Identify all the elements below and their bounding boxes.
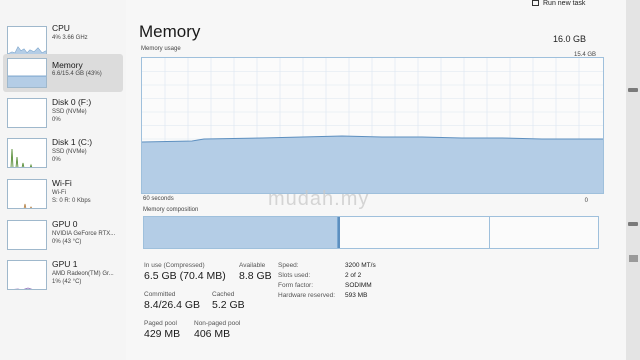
bezel-mark xyxy=(628,88,638,92)
sidebar-item-title: GPU 1 xyxy=(52,259,78,269)
sidebar-item-value: 1% (42 °C) xyxy=(52,279,82,285)
sidebar-item-title: Disk 1 (C:) xyxy=(52,137,93,147)
sidebar-item-subtitle: 4% 3.66 GHz xyxy=(52,35,88,41)
memory-usage-graph-svg xyxy=(141,58,603,193)
disk1-thumbnail-graph xyxy=(7,138,47,168)
axis-zero-label: 0 xyxy=(584,198,588,204)
stat-label: Available xyxy=(239,262,266,269)
sidebar-item-disk-0[interactable]: Disk 0 (F:) SSD (NVMe) 0% xyxy=(3,94,123,132)
info-key: Form factor: xyxy=(278,282,314,289)
sidebar-item-wifi[interactable]: Wi-Fi Wi-Fi S: 0 R: 0 Kbps xyxy=(3,175,123,213)
info-value: 593 MB xyxy=(345,292,368,299)
memory-usage-label: Memory usage xyxy=(141,46,181,52)
stat-label: In use (Compressed) xyxy=(144,262,205,269)
sidebar: CPU 4% 3.66 GHz Memory 6.6/15.4 GB (43%)… xyxy=(0,0,126,360)
sidebar-item-subtitle: SSD (NVMe) xyxy=(52,109,87,115)
stat-cached: Cached 5.2 GB xyxy=(212,291,245,311)
info-value: 3200 MT/s xyxy=(345,262,376,269)
composition-free xyxy=(490,217,598,248)
run-new-task-button[interactable]: Run new task xyxy=(532,0,585,7)
stat-value: 429 MB xyxy=(144,328,181,340)
sidebar-item-disk-1[interactable]: Disk 1 (C:) SSD (NVMe) 0% xyxy=(3,134,123,172)
sidebar-item-value: 0% (43 °C) xyxy=(52,239,82,245)
stat-paged-pool: Paged pool 429 MB xyxy=(144,320,180,340)
info-row: Slots used: 2 of 2 xyxy=(278,272,398,282)
info-row: Form factor: SODIMM xyxy=(278,282,398,292)
sidebar-item-subtitle: NVIDIA GeForce RTX... xyxy=(52,231,116,237)
gpu1-thumbnail-graph xyxy=(7,260,47,290)
info-row: Speed: 3200 MT/s xyxy=(278,262,398,272)
stat-value: 8.4/26.4 GB xyxy=(144,299,201,311)
info-key: Hardware reserved: xyxy=(278,292,336,299)
memory-usage-graph xyxy=(141,57,604,194)
stat-label: Committed xyxy=(144,291,176,298)
sidebar-item-memory[interactable]: Memory 6.6/15.4 GB (43%) xyxy=(3,54,123,92)
sidebar-item-value: 0% xyxy=(52,117,61,123)
stat-label: Cached xyxy=(212,291,235,298)
sidebar-item-gpu-0[interactable]: GPU 0 NVIDIA GeForce RTX... 0% (43 °C) xyxy=(3,216,123,254)
composition-standby xyxy=(340,217,490,248)
stat-value: 406 MB xyxy=(194,328,231,340)
composition-in-use xyxy=(144,217,338,248)
task-manager-window: CPU 4% 3.66 GHz Memory 6.6/15.4 GB (43%)… xyxy=(0,0,626,360)
disk0-thumbnail-graph xyxy=(7,98,47,128)
stat-non-paged-pool: Non-paged pool 406 MB xyxy=(194,320,240,340)
stat-value: 8.8 GB xyxy=(239,270,272,282)
total-memory: 16.0 GB xyxy=(552,34,586,44)
memory-thumbnail-graph xyxy=(7,58,47,88)
bezel-mark xyxy=(628,222,638,226)
hardware-info: Speed: 3200 MT/s Slots used: 2 of 2 Form… xyxy=(278,262,398,302)
info-value: SODIMM xyxy=(345,282,372,289)
time-span-label: 60 seconds xyxy=(143,196,174,202)
sidebar-item-title: Memory xyxy=(52,60,83,70)
sidebar-item-subtitle: Wi-Fi xyxy=(52,190,66,196)
sidebar-item-gpu-1[interactable]: GPU 1 AMD Radeon(TM) Gr... 1% (42 °C) xyxy=(3,256,123,294)
run-new-task-label: Run new task xyxy=(543,0,586,7)
stat-committed: Committed 8.4/26.4 GB xyxy=(144,291,200,311)
memory-composition-bar xyxy=(143,216,599,249)
wifi-thumbnail-graph xyxy=(7,179,47,209)
gpu0-thumbnail-graph xyxy=(7,220,47,250)
info-row: Hardware reserved: 593 MB xyxy=(278,292,398,302)
sidebar-item-value: 0% xyxy=(52,157,61,163)
watermark-text: mudah.my xyxy=(268,188,370,210)
info-key: Slots used: xyxy=(278,272,311,279)
sidebar-item-subtitle: SSD (NVMe) xyxy=(52,149,87,155)
stat-value: 6.5 GB (70.4 MB) xyxy=(144,270,226,282)
page-title: Memory xyxy=(139,22,201,41)
sidebar-item-title: CPU xyxy=(52,23,70,33)
sidebar-item-title: Wi-Fi xyxy=(52,178,72,188)
stat-label: Non-paged pool xyxy=(194,320,241,327)
screen-bezel xyxy=(626,0,640,360)
sidebar-item-subtitle: 6.6/15.4 GB (43%) xyxy=(52,71,102,77)
stat-in-use: In use (Compressed) 6.5 GB (70.4 MB) xyxy=(144,262,226,282)
cpu-thumbnail-graph xyxy=(7,26,47,56)
memory-usage-area xyxy=(142,136,603,193)
sidebar-item-title: GPU 0 xyxy=(52,219,78,229)
info-key: Speed: xyxy=(278,262,299,269)
run-task-icon xyxy=(532,0,539,6)
stat-label: Paged pool xyxy=(144,320,177,327)
memory-composition-label: Memory composition xyxy=(143,207,199,213)
info-value: 2 of 2 xyxy=(345,272,362,279)
sidebar-item-subtitle: AMD Radeon(TM) Gr... xyxy=(52,271,114,277)
stat-available: Available 8.8 GB xyxy=(239,262,272,282)
sidebar-item-title: Disk 0 (F:) xyxy=(52,97,92,107)
sidebar-item-value: S: 0 R: 0 Kbps xyxy=(52,198,91,204)
stat-value: 5.2 GB xyxy=(212,299,245,311)
bezel-mark xyxy=(629,255,638,262)
